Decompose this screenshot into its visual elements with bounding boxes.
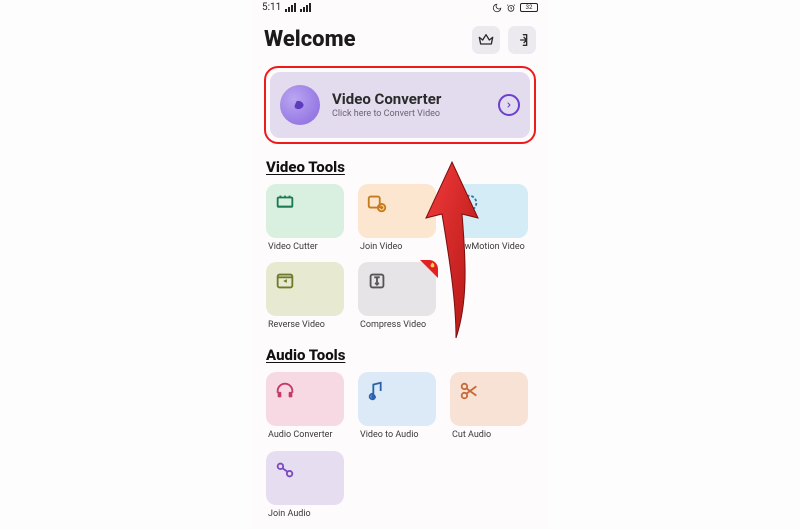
signal-icon xyxy=(285,3,296,12)
section-heading-video: Video Tools xyxy=(252,152,548,184)
hero-arrow-button[interactable] xyxy=(498,94,520,116)
exit-icon xyxy=(514,32,530,48)
reverse-video-icon xyxy=(274,270,296,292)
tool-label: Cut Audio xyxy=(450,430,528,440)
video-cutter-icon xyxy=(274,192,296,214)
app-header: Welcome xyxy=(252,16,548,60)
tool-cut-audio[interactable]: Cut Audio xyxy=(450,372,528,440)
hot-badge xyxy=(420,260,438,278)
tool-compress-video[interactable]: Compress Video xyxy=(358,262,436,330)
moon-icon xyxy=(492,3,502,13)
tool-tile xyxy=(266,372,344,426)
page-title: Welcome xyxy=(264,27,356,52)
compress-icon xyxy=(366,270,388,292)
music-note-icon xyxy=(366,380,388,402)
tool-reverse-video[interactable]: Reverse Video xyxy=(266,262,344,330)
join-audio-icon xyxy=(274,459,296,481)
tool-tile xyxy=(358,262,436,316)
scissors-icon xyxy=(458,380,480,402)
video-tools-grid: Video Cutter Join Video SlowMotion Video xyxy=(252,184,548,341)
premium-button[interactable] xyxy=(472,26,500,54)
alarm-icon xyxy=(506,3,516,13)
tool-label: Reverse Video xyxy=(266,320,344,330)
tool-tile xyxy=(266,451,344,505)
tool-label: SlowMotion Video xyxy=(450,242,528,252)
statusbar-left: 5:11 xyxy=(262,2,311,13)
tool-label: Video to Audio xyxy=(358,430,436,440)
statusbar-right: 32 xyxy=(492,3,538,13)
hero-text: Video Converter Click here to Convert Vi… xyxy=(332,90,486,119)
tool-tile xyxy=(358,372,436,426)
hero-highlight: Video Converter Click here to Convert Vi… xyxy=(264,66,536,144)
hero-subtitle: Click here to Convert Video xyxy=(332,109,486,119)
battery-icon: 32 xyxy=(520,3,538,12)
tool-tile xyxy=(450,184,528,238)
tool-label: Join Video xyxy=(358,242,436,252)
tool-audio-converter[interactable]: Audio Converter xyxy=(266,372,344,440)
tool-tile xyxy=(266,184,344,238)
flame-icon xyxy=(428,261,437,270)
tool-tile xyxy=(266,262,344,316)
slowmotion-icon xyxy=(458,192,480,214)
battery-level: 32 xyxy=(526,4,533,11)
statusbar-time: 5:11 xyxy=(262,2,281,13)
section-heading-audio: Audio Tools xyxy=(252,340,548,372)
exit-button[interactable] xyxy=(508,26,536,54)
signal-icon-2 xyxy=(300,3,311,12)
status-bar: 5:11 32 xyxy=(252,0,548,16)
video-converter-icon xyxy=(280,85,320,125)
hero-section: Video Converter Click here to Convert Vi… xyxy=(252,60,548,152)
audio-tools-grid: Audio Converter Video to Audio Cut Audio xyxy=(252,372,548,529)
tool-join-video[interactable]: Join Video xyxy=(358,184,436,252)
header-actions xyxy=(472,26,536,54)
app-screen: 5:11 32 Welcome xyxy=(252,0,548,529)
tool-join-audio[interactable]: Join Audio xyxy=(266,451,344,519)
chevron-right-icon xyxy=(505,101,513,109)
tool-label: Join Audio xyxy=(266,509,344,519)
tool-label: Video Cutter xyxy=(266,242,344,252)
tool-label: Audio Converter xyxy=(266,430,344,440)
tool-label: Compress Video xyxy=(358,320,436,330)
tool-video-to-audio[interactable]: Video to Audio xyxy=(358,372,436,440)
headphones-icon xyxy=(274,380,296,402)
tool-slowmotion-video[interactable]: SlowMotion Video xyxy=(450,184,528,252)
hero-title: Video Converter xyxy=(332,90,486,108)
tool-video-cutter[interactable]: Video Cutter xyxy=(266,184,344,252)
video-converter-card[interactable]: Video Converter Click here to Convert Vi… xyxy=(270,72,530,138)
join-video-icon xyxy=(366,192,388,214)
tool-tile xyxy=(450,372,528,426)
tool-tile xyxy=(358,184,436,238)
crown-icon xyxy=(478,32,494,48)
